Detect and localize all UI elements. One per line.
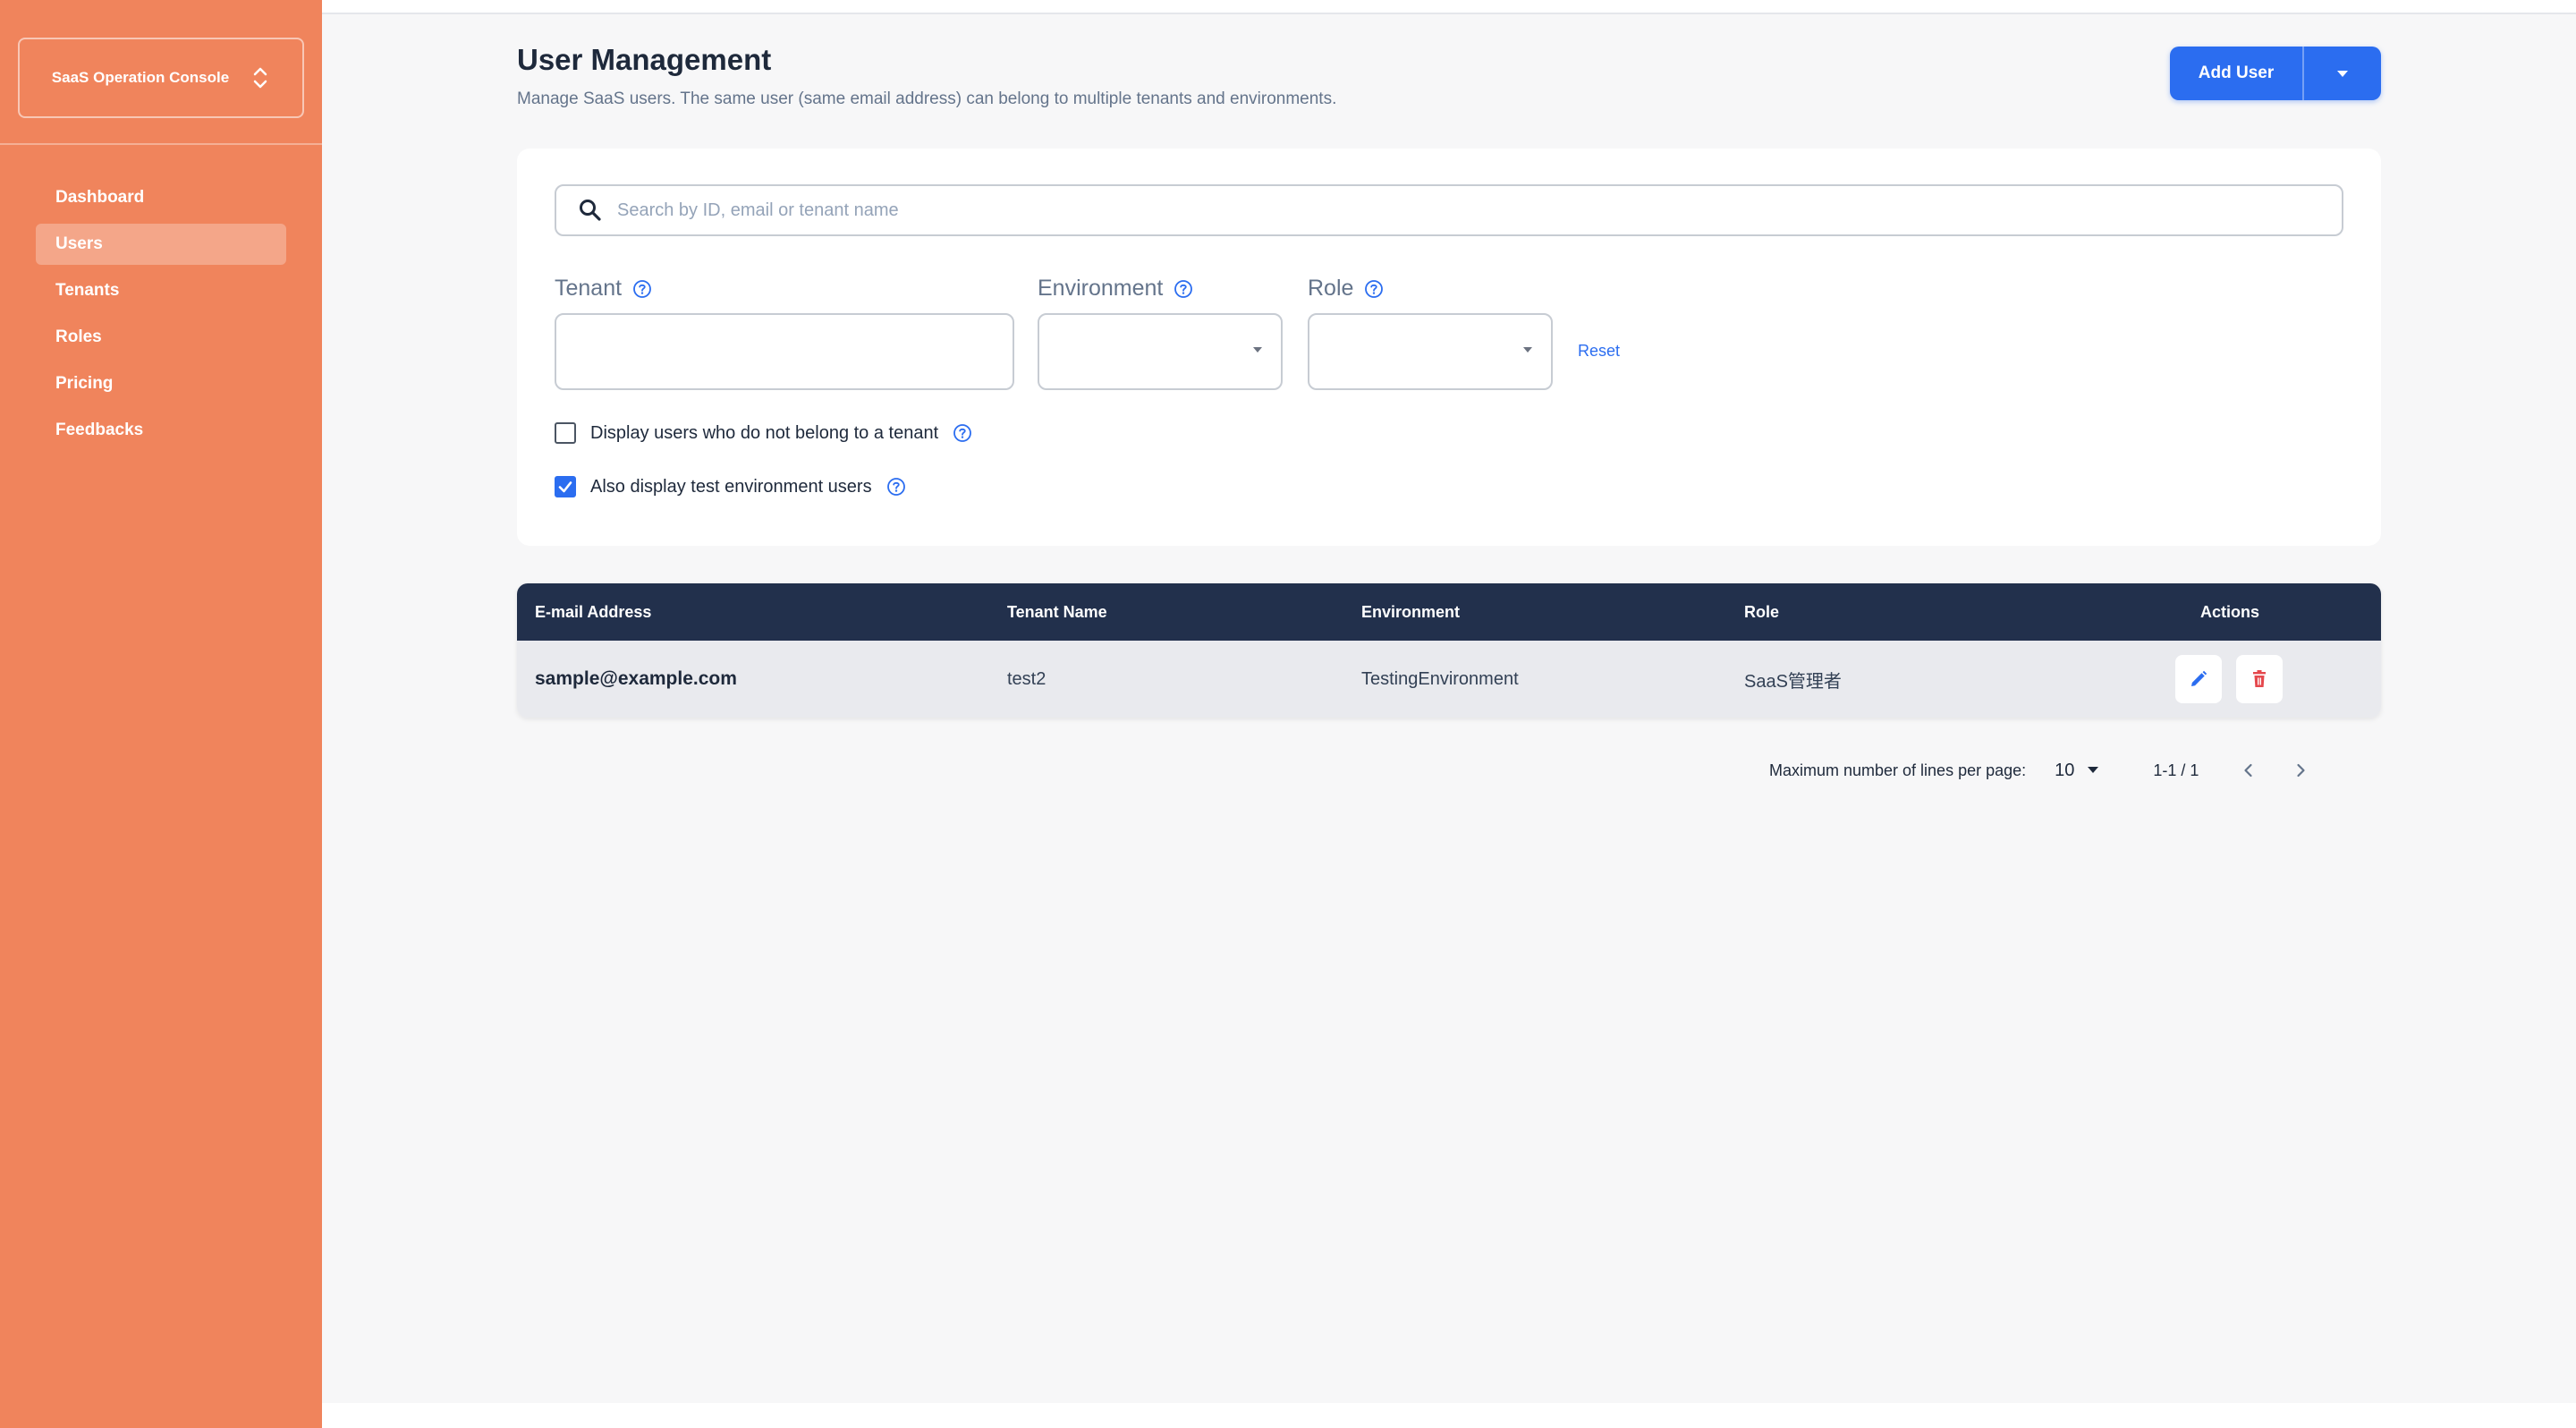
test-env-checkbox[interactable]: [555, 476, 576, 497]
page-subtitle: Manage SaaS users. The same user (same e…: [517, 89, 1337, 108]
sidebar-item-label: Pricing: [55, 374, 114, 393]
tenant-label-text: Tenant: [555, 276, 623, 301]
add-user-menu-button[interactable]: [2304, 47, 2381, 100]
sidebar-divider: [0, 143, 322, 145]
rows-per-page-label: Maximum number of lines per page:: [1769, 761, 2027, 779]
sidebar-item-label: Users: [55, 234, 103, 253]
console-switcher[interactable]: SaaS Operation Console: [18, 38, 304, 118]
cell-role: SaaS管理者: [1744, 671, 1842, 692]
caret-down-icon: [1523, 347, 1532, 353]
sidebar-item-dashboard[interactable]: Dashboard: [36, 177, 286, 218]
console-name: SaaS Operation Console: [51, 69, 230, 86]
sidebar: SaaS Operation Console Dashboard Users T…: [0, 0, 322, 1428]
environment-filter-label: Environment: [1038, 276, 1193, 302]
caret-down-icon: [2337, 71, 2348, 77]
trash-icon: [2253, 670, 2266, 687]
bottom-bar: [322, 1403, 2576, 1428]
role-filter-label: Role: [1308, 276, 1384, 302]
search-icon: [580, 200, 601, 221]
add-user-button[interactable]: Add User: [2170, 47, 2304, 100]
column-header-email[interactable]: E-mail Address: [535, 603, 651, 622]
delete-button[interactable]: [2236, 655, 2283, 703]
add-user-split-button: Add User: [2170, 47, 2381, 100]
reset-link[interactable]: Reset: [1578, 342, 1620, 361]
sidebar-item-label: Roles: [55, 327, 102, 346]
chevron-left-icon[interactable]: [2240, 761, 2258, 779]
sidebar-item-pricing[interactable]: Pricing: [36, 363, 286, 404]
no-tenant-option: Display users who do not belong to a ten…: [555, 422, 972, 444]
pagination: Maximum number of lines per page: 10 1-1…: [1769, 757, 2309, 784]
top-bar: [322, 0, 2576, 14]
cell-email: sample@example.com: [535, 668, 737, 689]
sidebar-item-users[interactable]: Users: [36, 224, 286, 265]
help-icon[interactable]: [1364, 279, 1384, 299]
sidebar-item-label: Feedbacks: [55, 421, 144, 439]
role-label-text: Role: [1308, 276, 1354, 301]
no-tenant-checkbox[interactable]: [555, 422, 576, 444]
test-env-option: Also display test environment users: [555, 476, 906, 497]
column-header-role[interactable]: Role: [1744, 603, 1779, 622]
tenant-filter-label: Tenant: [555, 276, 652, 302]
column-header-tenant[interactable]: Tenant Name: [1007, 603, 1107, 622]
caret-down-icon: [1253, 347, 1262, 353]
edit-button[interactable]: [2175, 655, 2222, 703]
page-title: User Management: [517, 43, 772, 76]
cell-environment: TestingEnvironment: [1361, 668, 1519, 689]
filter-panel: Tenant Environment Role: [517, 149, 2381, 546]
environment-label-text: Environment: [1038, 276, 1164, 301]
tenant-filter-input[interactable]: [555, 313, 1014, 390]
caret-down-icon: [2088, 767, 2099, 773]
sidebar-item-roles[interactable]: Roles: [36, 317, 286, 358]
help-icon[interactable]: [632, 279, 652, 299]
search-field: [555, 184, 2343, 236]
help-icon[interactable]: [1174, 279, 1193, 299]
help-icon[interactable]: [953, 423, 972, 443]
chevron-right-icon[interactable]: [2292, 761, 2309, 779]
pencil-icon: [2191, 670, 2207, 686]
sidebar-item-tenants[interactable]: Tenants: [36, 270, 286, 311]
cell-tenant: test2: [1007, 668, 1046, 689]
search-input[interactable]: [617, 200, 2317, 221]
sidebar-item-label: Tenants: [55, 281, 120, 300]
table-header: E-mail Address Tenant Name Environment R…: [517, 583, 2381, 641]
column-header-environment[interactable]: Environment: [1361, 603, 1460, 622]
test-env-label: Also display test environment users: [590, 476, 872, 497]
column-header-actions: Actions: [2200, 602, 2260, 621]
page-range: 1-1 / 1: [2153, 761, 2199, 779]
checkmark-icon: [558, 481, 572, 493]
sidebar-item-feedbacks[interactable]: Feedbacks: [36, 410, 286, 451]
users-table: E-mail Address Tenant Name Environment R…: [517, 583, 2381, 718]
chevron-up-down-icon: [253, 67, 267, 89]
sidebar-item-label: Dashboard: [55, 188, 145, 207]
table-row: sample@example.com test2 TestingEnvironm…: [517, 641, 2381, 718]
app-root: SaaS Operation Console Dashboard Users T…: [0, 0, 2576, 1428]
role-select[interactable]: [1308, 313, 1553, 390]
help-icon[interactable]: [886, 477, 906, 497]
sidebar-nav: Dashboard Users Tenants Roles Pricing Fe…: [36, 177, 286, 456]
rows-per-page-select[interactable]: 10: [2055, 761, 2099, 781]
no-tenant-label: Display users who do not belong to a ten…: [590, 422, 939, 443]
rows-per-page-value: 10: [2055, 760, 2075, 780]
environment-select[interactable]: [1038, 313, 1283, 390]
